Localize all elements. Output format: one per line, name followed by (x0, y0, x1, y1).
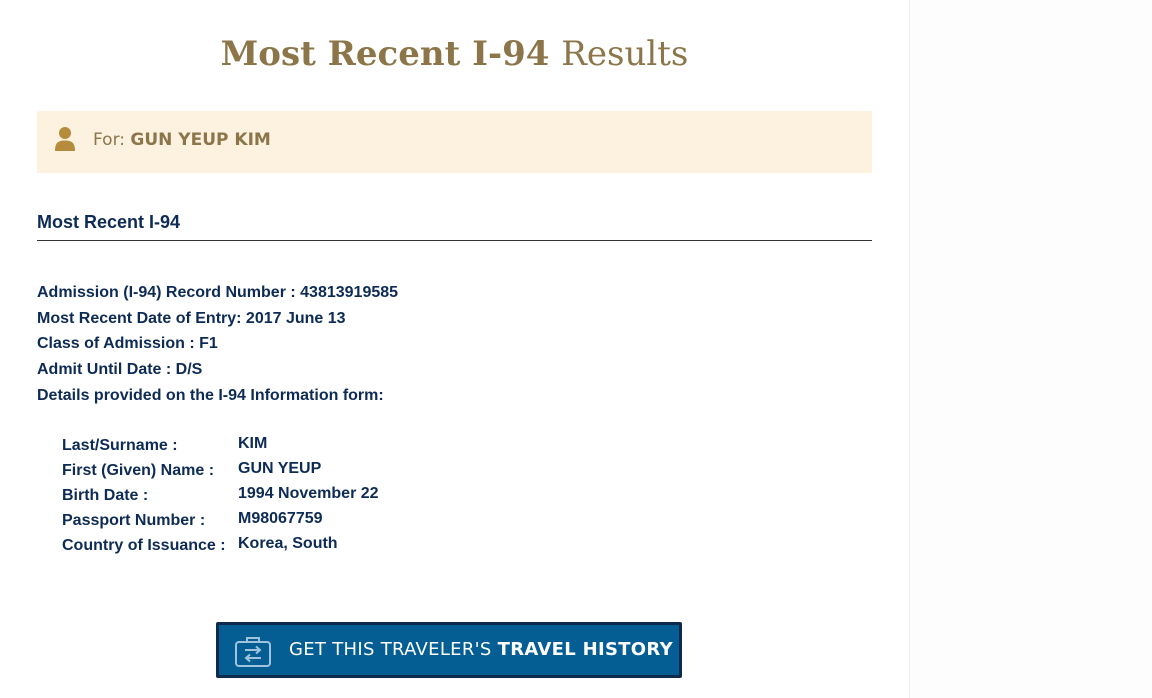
record-details: Admission (I-94) Record Number : 4381391… (37, 282, 398, 410)
form-value: Korea, South (238, 535, 338, 552)
form-value: GUN YEUP (238, 460, 322, 477)
button-label-bold: TRAVEL HISTORY (497, 639, 673, 660)
for-label: For: (93, 130, 125, 150)
travel-history-icon (233, 635, 273, 669)
main-content: Most Recent I-94 Results For: GUN YEUP K… (0, 0, 909, 698)
user-icon (54, 126, 76, 152)
form-value: 1994 November 22 (238, 485, 379, 502)
entry-date: Most Recent Date of Entry: 2017 June 13 (37, 309, 346, 327)
form-label: First (Given) Name : (62, 462, 215, 479)
traveler-banner: For: GUN YEUP KIM (37, 111, 872, 173)
record-number: Admission (I-94) Record Number : 4381391… (37, 284, 399, 301)
form-value: KIM (238, 435, 268, 452)
page-title-light: Results (561, 34, 689, 74)
form-label: Passport Number : (62, 512, 206, 529)
admit-until-date: Admit Until Date : D/S (37, 361, 203, 379)
travel-history-button[interactable]: GET THIS TRAVELER'S TRAVEL HISTORY (216, 622, 682, 678)
form-label: Last/Surname : (62, 437, 178, 454)
page-title-strong: Most Recent I-94 (220, 34, 550, 74)
form-label: Birth Date : (62, 487, 149, 504)
class-of-admission: Class of Admission : F1 (37, 335, 218, 353)
traveler-name: GUN YEUP KIM (130, 130, 271, 150)
section-title: Most Recent I-94 (37, 212, 181, 232)
page-title: Most Recent I-94 Results (0, 30, 909, 78)
form-value: M98067759 (238, 510, 323, 527)
traveler-for-text: For: GUN YEUP KIM (93, 130, 271, 150)
travel-history-button-label: GET THIS TRAVELER'S TRAVEL HISTORY (289, 639, 673, 660)
section-divider (37, 240, 872, 241)
right-sidebar (909, 0, 1152, 698)
details-heading: Details provided on the I-94 Information… (37, 386, 384, 404)
button-label-prefix: GET THIS TRAVELER'S (289, 639, 492, 660)
form-label: Country of Issuance : (62, 537, 226, 554)
